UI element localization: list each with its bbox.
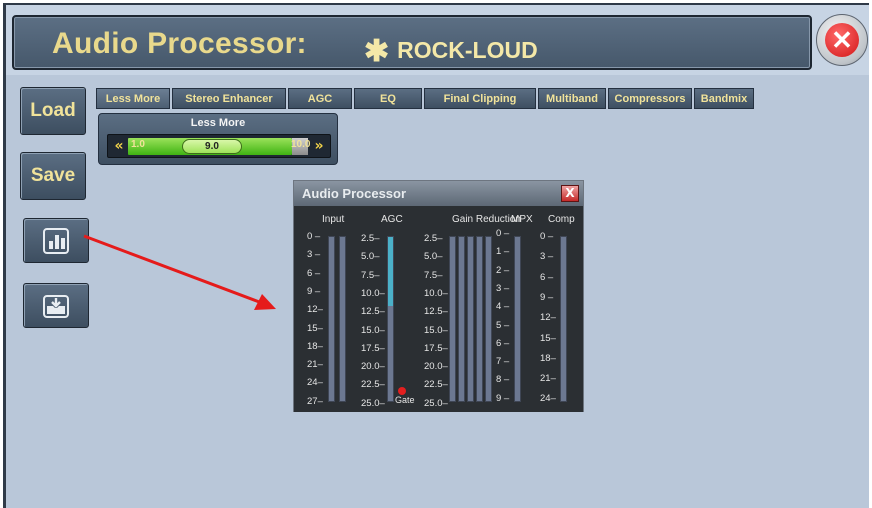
annotation-arrow — [83, 234, 276, 310]
